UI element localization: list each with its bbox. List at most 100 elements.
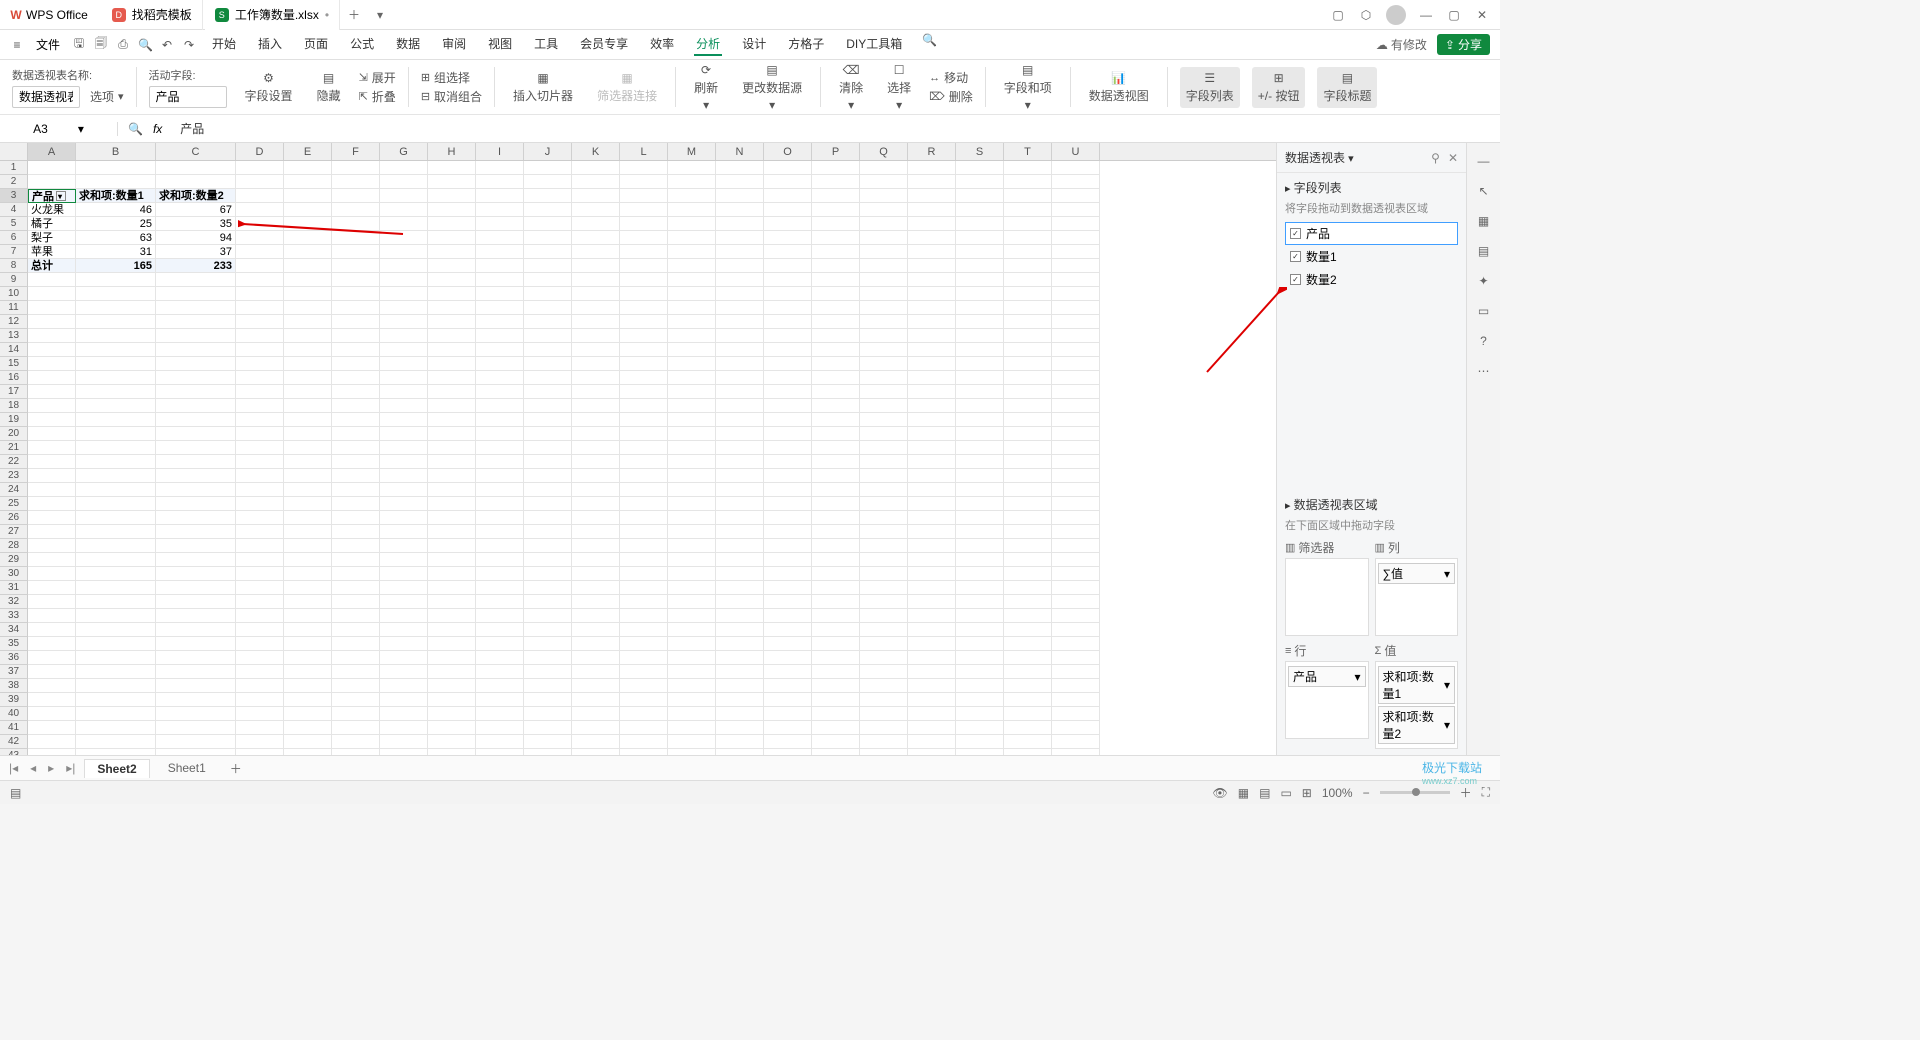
zoom-out-icon[interactable]: − <box>1363 786 1370 800</box>
row-header[interactable]: 30 <box>0 567 28 581</box>
cell[interactable] <box>236 343 284 357</box>
cell[interactable] <box>716 189 764 203</box>
cell[interactable] <box>572 343 620 357</box>
cell[interactable] <box>908 287 956 301</box>
checkbox-icon[interactable]: ✓ <box>1290 251 1301 262</box>
cell[interactable] <box>908 511 956 525</box>
cell[interactable] <box>524 469 572 483</box>
cell[interactable] <box>28 679 76 693</box>
cell[interactable] <box>764 161 812 175</box>
cell[interactable] <box>28 161 76 175</box>
cell[interactable] <box>860 539 908 553</box>
cell[interactable] <box>716 707 764 721</box>
cell[interactable] <box>860 581 908 595</box>
cell[interactable] <box>716 469 764 483</box>
cell[interactable] <box>476 315 524 329</box>
cell[interactable] <box>716 161 764 175</box>
cell[interactable] <box>908 357 956 371</box>
cell[interactable] <box>428 259 476 273</box>
cell[interactable] <box>380 581 428 595</box>
cell[interactable] <box>572 637 620 651</box>
cell[interactable] <box>860 735 908 749</box>
cell[interactable] <box>908 707 956 721</box>
save-status[interactable]: ☁ 有修改 <box>1376 36 1427 53</box>
cell[interactable] <box>956 329 1004 343</box>
cell[interactable] <box>1052 413 1100 427</box>
pivot-name-input[interactable] <box>12 86 80 108</box>
cell[interactable] <box>668 385 716 399</box>
cell[interactable] <box>332 161 380 175</box>
tab-data[interactable]: 数据 <box>394 33 422 56</box>
share-button[interactable]: ⇪ 分享 <box>1437 34 1490 55</box>
cell[interactable] <box>76 483 156 497</box>
cell[interactable] <box>524 735 572 749</box>
cell[interactable] <box>28 595 76 609</box>
cell[interactable] <box>28 665 76 679</box>
cell[interactable] <box>524 315 572 329</box>
cell[interactable] <box>812 735 860 749</box>
cell[interactable] <box>236 413 284 427</box>
cell[interactable] <box>28 469 76 483</box>
cell[interactable] <box>476 539 524 553</box>
cell[interactable] <box>956 231 1004 245</box>
cell[interactable] <box>156 693 236 707</box>
cell[interactable] <box>76 385 156 399</box>
cell[interactable] <box>908 189 956 203</box>
cell[interactable] <box>236 693 284 707</box>
cell[interactable] <box>284 651 332 665</box>
cell[interactable] <box>764 441 812 455</box>
cell[interactable] <box>1004 665 1052 679</box>
cell[interactable] <box>572 371 620 385</box>
col-header[interactable]: O <box>764 143 812 160</box>
cell[interactable] <box>668 287 716 301</box>
cell[interactable] <box>620 735 668 749</box>
cell[interactable] <box>28 357 76 371</box>
cell[interactable] <box>956 707 1004 721</box>
cell[interactable] <box>28 329 76 343</box>
move-button[interactable]: ↔ 移动 <box>929 69 973 86</box>
pivot-header[interactable]: 求和项:数量2 <box>156 189 236 203</box>
cell[interactable] <box>908 259 956 273</box>
cell[interactable] <box>332 413 380 427</box>
cell[interactable] <box>956 721 1004 735</box>
cell[interactable] <box>956 553 1004 567</box>
cell[interactable] <box>380 623 428 637</box>
cell[interactable] <box>236 651 284 665</box>
cell[interactable] <box>716 231 764 245</box>
cell[interactable] <box>156 161 236 175</box>
cell[interactable] <box>524 483 572 497</box>
cell[interactable] <box>620 441 668 455</box>
cell[interactable] <box>380 217 428 231</box>
tab-diy[interactable]: DIY工具箱 <box>844 33 904 56</box>
tab-template[interactable]: D 找稻壳模板 <box>102 0 203 30</box>
cell[interactable] <box>1004 399 1052 413</box>
cell[interactable] <box>428 567 476 581</box>
cell[interactable] <box>956 455 1004 469</box>
cell[interactable] <box>284 189 332 203</box>
cell[interactable] <box>860 469 908 483</box>
cell[interactable] <box>76 637 156 651</box>
cell[interactable] <box>1004 231 1052 245</box>
area-item-val1[interactable]: 求和项:数量1▾ <box>1378 666 1456 704</box>
cell[interactable] <box>156 413 236 427</box>
cell[interactable] <box>764 665 812 679</box>
cell[interactable] <box>1004 329 1052 343</box>
pivot-value[interactable]: 35 <box>156 217 236 231</box>
close-icon[interactable]: ✕ <box>1474 7 1490 23</box>
print-icon[interactable]: ⎙ <box>116 37 130 52</box>
cell[interactable] <box>1052 735 1100 749</box>
cell[interactable] <box>620 315 668 329</box>
cell[interactable] <box>476 693 524 707</box>
cell[interactable] <box>956 525 1004 539</box>
row-header[interactable]: 16 <box>0 371 28 385</box>
row-header[interactable]: 23 <box>0 469 28 483</box>
cell[interactable] <box>284 497 332 511</box>
row-header[interactable]: 26 <box>0 511 28 525</box>
cell[interactable] <box>1004 413 1052 427</box>
cell[interactable] <box>620 329 668 343</box>
cell[interactable] <box>28 511 76 525</box>
cell[interactable] <box>380 357 428 371</box>
cell[interactable] <box>380 301 428 315</box>
cell[interactable] <box>76 273 156 287</box>
fx-icon[interactable]: fx <box>153 122 162 136</box>
